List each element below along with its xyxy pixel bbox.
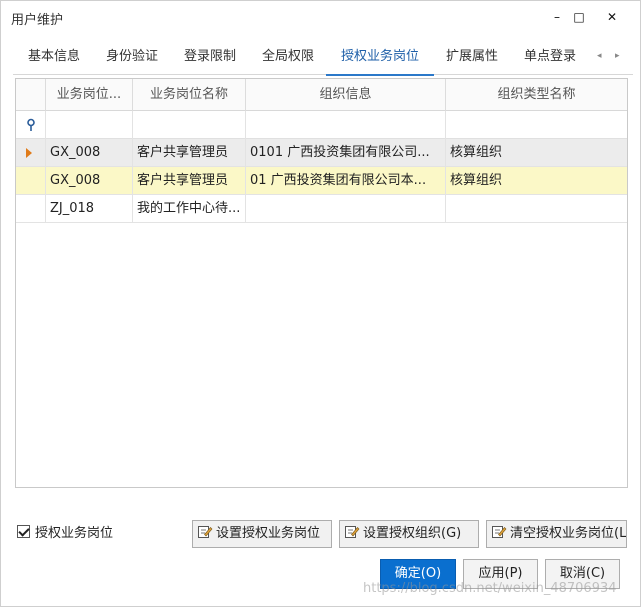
column-header-org-type[interactable]: 组织类型名称 [446, 79, 627, 111]
column-header-post-name[interactable]: 业务岗位名称 [133, 79, 246, 111]
header-indicator-cell [16, 79, 46, 111]
checkbox-checked-icon[interactable] [17, 524, 30, 538]
row-indicator [16, 195, 46, 223]
filter-org-info[interactable] [246, 111, 446, 139]
tab-basic-info[interactable]: 基本信息 [25, 41, 83, 74]
filter-pin-cell[interactable] [16, 111, 46, 139]
close-button[interactable]: ✕ [601, 7, 623, 27]
clear-authorized-posts-label: 清空授权业务岗位(L [510, 526, 627, 541]
tab-extended-attributes[interactable]: 扩展属性 [443, 41, 501, 74]
tab-authorized-posts[interactable]: 授权业务岗位 [326, 41, 434, 76]
cell-org-info[interactable]: 0101 广西投资集团有限公司... [246, 139, 446, 167]
edit-icon [492, 526, 507, 538]
current-row-arrow-icon [26, 148, 32, 158]
tab-authentication[interactable]: 身份验证 [103, 41, 161, 74]
tab-scroll-left-icon[interactable]: ◂ [597, 51, 602, 61]
tab-global-permission[interactable]: 全局权限 [259, 41, 317, 74]
cell-post-name[interactable]: 我的工作中心待... [133, 195, 246, 223]
grid-header: 业务岗位... 业务岗位名称 组织信息 组织类型名称 [16, 79, 627, 111]
cell-org-info[interactable]: 01 广西投资集团有限公司本... [246, 167, 446, 195]
cell-post-code[interactable]: GX_008 [46, 167, 133, 195]
minimize-button[interactable]: – [546, 7, 568, 27]
table-row[interactable]: GX_008 客户共享管理员 0101 广西投资集团有限公司... 核算组织 [16, 139, 627, 167]
clear-authorized-posts-button[interactable]: 清空授权业务岗位(L [486, 520, 627, 548]
filter-row [16, 111, 627, 139]
cell-post-name[interactable]: 客户共享管理员 [133, 167, 246, 195]
current-row-indicator [16, 139, 46, 167]
user-maintenance-dialog: 用户维护 – □ ✕ 基本信息 身份验证 登录限制 全局权限 授权业务岗位 扩展… [0, 0, 641, 607]
tab-login-restriction[interactable]: 登录限制 [181, 41, 239, 74]
edit-icon [345, 526, 360, 538]
table-row[interactable]: GX_008 客户共享管理员 01 广西投资集团有限公司本... 核算组织 [16, 167, 627, 195]
cell-org-type[interactable] [446, 195, 627, 223]
column-header-post-code[interactable]: 业务岗位... [46, 79, 133, 111]
tab-single-sign-on[interactable]: 单点登录 [521, 41, 579, 74]
set-authorized-org-label: 设置授权组织(G) [363, 526, 462, 541]
cell-post-code[interactable]: GX_008 [46, 139, 133, 167]
authorized-posts-grid: 业务岗位... 业务岗位名称 组织信息 组织类型名称 GX_008 客户共享管理… [15, 78, 628, 488]
checkbox-label: 授权业务岗位 [35, 525, 114, 541]
pin-icon [27, 118, 35, 131]
table-row[interactable]: ZJ_018 我的工作中心待... [16, 195, 627, 223]
dialog-title: 用户维护 [11, 13, 64, 28]
filter-post-name[interactable] [133, 111, 246, 139]
tab-scroll-right-icon[interactable]: ▸ [615, 51, 620, 61]
cell-org-type[interactable]: 核算组织 [446, 167, 627, 195]
tab-bar: 基本信息 身份验证 登录限制 全局权限 授权业务岗位 扩展属性 单点登录 ◂ ▸ [13, 41, 633, 76]
cell-org-type[interactable]: 核算组织 [446, 139, 627, 167]
cell-org-info[interactable] [246, 195, 446, 223]
column-header-org-info[interactable]: 组织信息 [246, 79, 446, 111]
edit-icon [198, 526, 213, 538]
maximize-button[interactable]: □ [568, 7, 590, 27]
cell-post-code[interactable]: ZJ_018 [46, 195, 133, 223]
authorized-posts-checkbox[interactable]: 授权业务岗位 [17, 521, 113, 541]
set-authorized-posts-button[interactable]: 设置授权业务岗位 [192, 520, 332, 548]
row-indicator [16, 167, 46, 195]
set-authorized-org-button[interactable]: 设置授权组织(G) [339, 520, 479, 548]
filter-post-code[interactable] [46, 111, 133, 139]
title-bar: 用户维护 – □ ✕ [1, 1, 640, 35]
filter-org-type[interactable] [446, 111, 627, 139]
set-authorized-posts-label: 设置授权业务岗位 [216, 526, 321, 541]
watermark-text: https://blog.csdn.net/weixin_48706934 [363, 581, 617, 596]
cell-post-name[interactable]: 客户共享管理员 [133, 139, 246, 167]
